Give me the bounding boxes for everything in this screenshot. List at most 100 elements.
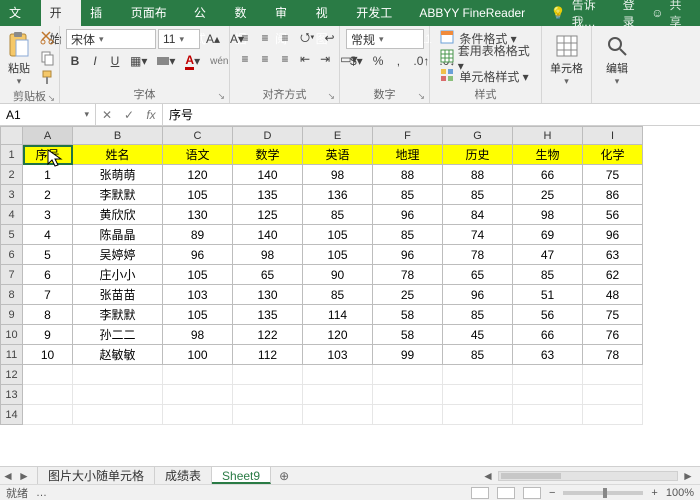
data-cell[interactable]: 105 xyxy=(303,225,373,245)
ribbon-tab-3[interactable]: 页面布局 xyxy=(122,0,185,26)
data-cell[interactable]: 85 xyxy=(443,185,513,205)
header-cell[interactable]: 生物 xyxy=(513,145,583,165)
data-cell[interactable]: 5 xyxy=(23,245,73,265)
data-cell[interactable]: 98 xyxy=(513,205,583,225)
data-cell[interactable]: 120 xyxy=(163,165,233,185)
data-cell[interactable]: 105 xyxy=(163,185,233,205)
sheet-grid[interactable]: ABCDEFGHI1序号姓名语文数学英语地理历史生物化学21张萌萌1201409… xyxy=(0,126,700,466)
col-header-B[interactable]: B xyxy=(73,127,163,145)
data-cell[interactable]: 98 xyxy=(303,165,373,185)
data-cell[interactable]: 4 xyxy=(23,225,73,245)
tell-me[interactable]: 告诉我… xyxy=(572,0,617,30)
row-header[interactable]: 2 xyxy=(1,165,23,185)
empty-cell[interactable] xyxy=(163,365,233,385)
dialog-launcher-icon[interactable]: ↘ xyxy=(417,91,425,102)
data-cell[interactable]: 88 xyxy=(373,165,443,185)
copy-button[interactable] xyxy=(36,49,60,67)
data-cell[interactable]: 88 xyxy=(443,165,513,185)
data-cell[interactable]: 25 xyxy=(513,185,583,205)
data-cell[interactable]: 66 xyxy=(513,325,583,345)
new-sheet-button[interactable]: ⊕ xyxy=(271,467,297,484)
data-cell[interactable]: 张萌萌 xyxy=(73,165,163,185)
data-cell[interactable]: 105 xyxy=(303,245,373,265)
align-bottom-button[interactable]: ≡ xyxy=(276,29,294,47)
font-name-select[interactable]: 宋体▾ xyxy=(66,29,156,49)
row-header[interactable]: 12 xyxy=(1,365,23,385)
empty-cell[interactable] xyxy=(23,365,73,385)
data-cell[interactable]: 85 xyxy=(303,285,373,305)
zoom-value[interactable]: 100% xyxy=(666,487,694,499)
data-cell[interactable]: 120 xyxy=(303,325,373,345)
col-header-C[interactable]: C xyxy=(163,127,233,145)
data-cell[interactable]: 85 xyxy=(513,265,583,285)
empty-cell[interactable] xyxy=(373,385,443,405)
data-cell[interactable]: 135 xyxy=(233,305,303,325)
table-format-button[interactable]: 套用表格格式 ▾ xyxy=(436,48,535,66)
data-cell[interactable]: 140 xyxy=(233,165,303,185)
tab-nav-next[interactable]: ► xyxy=(16,467,32,484)
format-painter-button[interactable] xyxy=(36,69,60,87)
data-cell[interactable]: 96 xyxy=(373,245,443,265)
zoom-out-button[interactable]: − xyxy=(549,487,555,499)
data-cell[interactable]: 136 xyxy=(303,185,373,205)
row-header[interactable]: 8 xyxy=(1,285,23,305)
data-cell[interactable]: 李默默 xyxy=(73,305,163,325)
dialog-launcher-icon[interactable]: ↘ xyxy=(327,91,335,102)
view-pagebreak-button[interactable] xyxy=(523,487,541,499)
ribbon-tab-0[interactable]: 文件 xyxy=(0,0,41,26)
zoom-slider[interactable] xyxy=(563,491,643,495)
header-cell[interactable]: 地理 xyxy=(373,145,443,165)
data-cell[interactable]: 66 xyxy=(513,165,583,185)
dialog-launcher-icon[interactable]: ↘ xyxy=(217,91,225,102)
paste-button[interactable]: 粘贴 ▾ xyxy=(6,29,32,87)
empty-cell[interactable] xyxy=(443,405,513,425)
ribbon-tab-2[interactable]: 插入 xyxy=(81,0,122,26)
header-cell[interactable]: 姓名 xyxy=(73,145,163,165)
cut-button[interactable] xyxy=(36,29,60,47)
align-right-button[interactable]: ≡ xyxy=(276,50,294,68)
cancel-formula-button[interactable]: ✕ xyxy=(96,108,118,122)
data-cell[interactable]: 黄欣欣 xyxy=(73,205,163,225)
data-cell[interactable]: 56 xyxy=(583,205,643,225)
col-header-H[interactable]: H xyxy=(513,127,583,145)
data-cell[interactable]: 45 xyxy=(443,325,513,345)
increase-indent-button[interactable]: ⇥ xyxy=(316,50,334,68)
tab-nav-prev[interactable]: ◄ xyxy=(0,467,16,484)
hscroll-track[interactable] xyxy=(498,471,678,481)
percent-button[interactable]: % xyxy=(369,52,388,70)
empty-cell[interactable] xyxy=(73,405,163,425)
hscroll-thumb[interactable] xyxy=(501,473,561,479)
cell-styles-button[interactable]: 单元格样式 ▾ xyxy=(436,67,535,85)
data-cell[interactable]: 陈晶晶 xyxy=(73,225,163,245)
underline-button[interactable]: U xyxy=(106,52,124,70)
orientation-button[interactable]: ⭯▾ xyxy=(296,29,319,47)
select-all-corner[interactable] xyxy=(1,127,23,145)
ribbon-tab-1[interactable]: 开始 xyxy=(41,0,82,26)
data-cell[interactable]: 105 xyxy=(163,265,233,285)
data-cell[interactable]: 122 xyxy=(233,325,303,345)
data-cell[interactable]: 86 xyxy=(583,185,643,205)
hscroll-left[interactable]: ◄ xyxy=(480,467,496,485)
header-cell[interactable]: 数学 xyxy=(233,145,303,165)
row-header[interactable]: 5 xyxy=(1,225,23,245)
empty-cell[interactable] xyxy=(303,385,373,405)
col-header-E[interactable]: E xyxy=(303,127,373,145)
data-cell[interactable]: 112 xyxy=(233,345,303,365)
ribbon-tab-7[interactable]: 视图 xyxy=(307,0,348,26)
data-cell[interactable]: 25 xyxy=(373,285,443,305)
ribbon-tab-4[interactable]: 公式 xyxy=(185,0,226,26)
sheet-tab-0[interactable]: 图片大小随单元格 xyxy=(38,467,155,484)
data-cell[interactable]: 85 xyxy=(373,185,443,205)
data-cell[interactable]: 张苗苗 xyxy=(73,285,163,305)
data-cell[interactable]: 89 xyxy=(163,225,233,245)
data-cell[interactable]: 吴婷婷 xyxy=(73,245,163,265)
row-header[interactable]: 1 xyxy=(1,145,23,165)
row-header[interactable]: 10 xyxy=(1,325,23,345)
face-icon[interactable]: ☺ xyxy=(651,6,663,20)
cells-button[interactable]: 单元格▾ xyxy=(548,29,585,87)
empty-cell[interactable] xyxy=(513,365,583,385)
empty-cell[interactable] xyxy=(73,385,163,405)
formula-input[interactable]: 序号 xyxy=(163,104,700,125)
data-cell[interactable]: 130 xyxy=(163,205,233,225)
empty-cell[interactable] xyxy=(443,385,513,405)
